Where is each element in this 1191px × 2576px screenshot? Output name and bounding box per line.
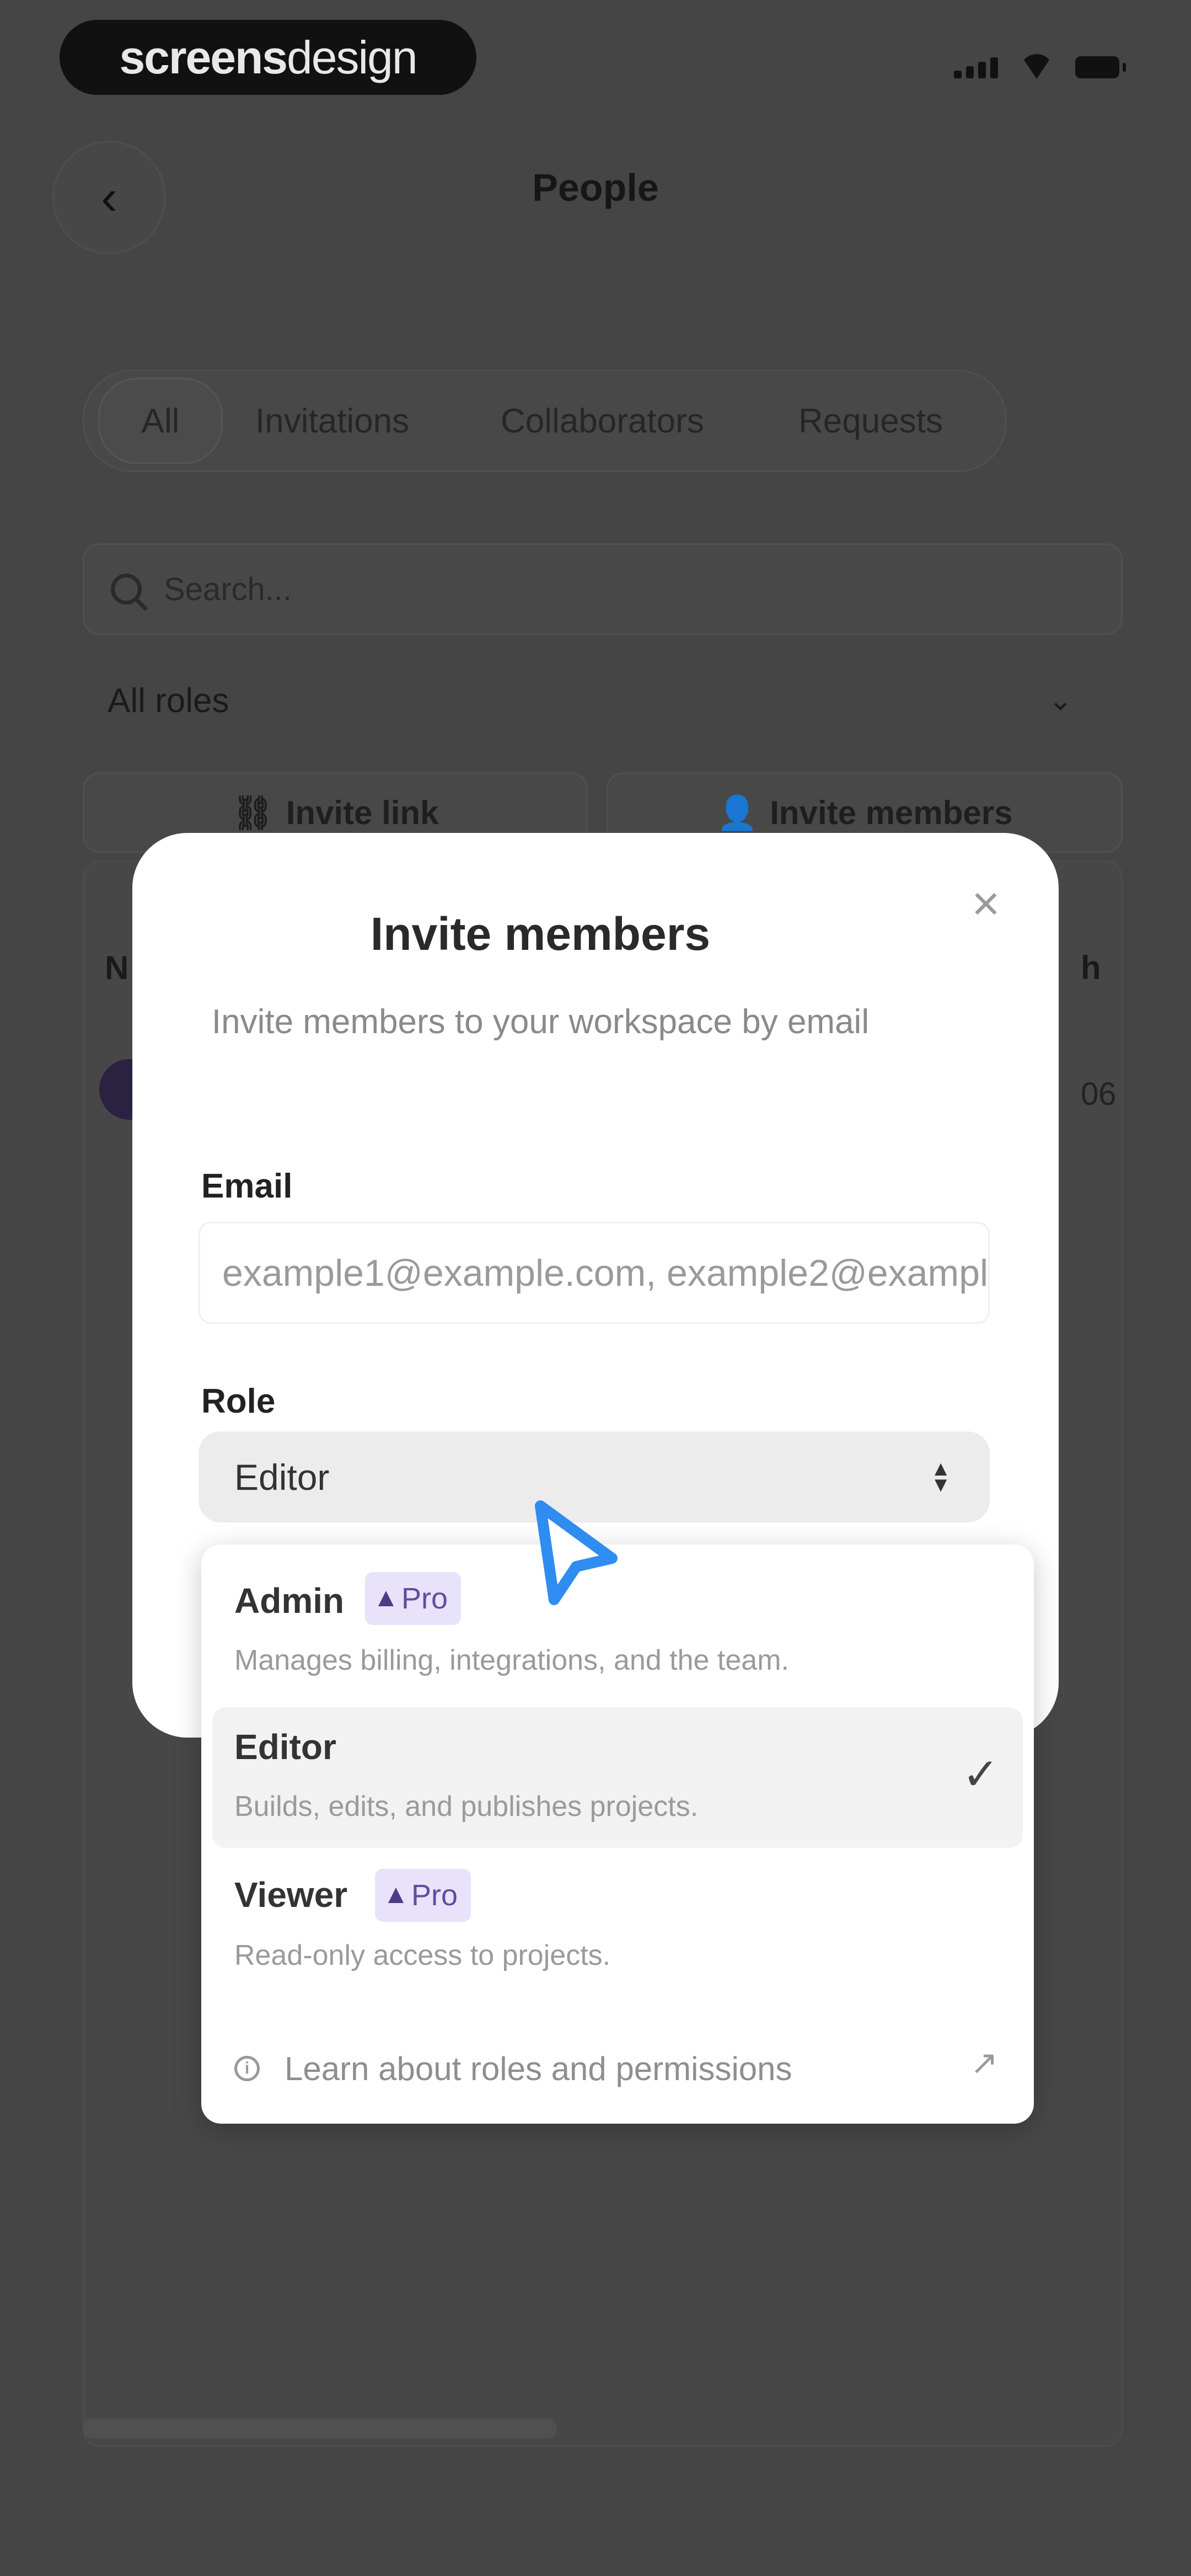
email-field[interactable]: example1@example.com, example2@example.c… bbox=[198, 1222, 990, 1324]
status-bar bbox=[954, 54, 1126, 78]
modal-subtitle: Invite members to your workspace by emai… bbox=[211, 1003, 870, 1041]
pointer-cursor-icon bbox=[535, 1500, 618, 1605]
pro-badge-label: Pro bbox=[401, 1582, 448, 1615]
horizontal-scrollbar[interactable] bbox=[83, 2419, 557, 2439]
invite-members-label: Invite members bbox=[770, 794, 1013, 831]
chevron-down-icon: ⌄ bbox=[1048, 685, 1072, 717]
screensdesign-watermark: screens design bbox=[60, 20, 476, 95]
checkmark-icon: ✓ bbox=[962, 1750, 1000, 1799]
invite-link-label: Invite link bbox=[286, 794, 439, 831]
role-option-title: Viewer bbox=[234, 1875, 348, 1915]
table-header-name: N bbox=[105, 949, 129, 986]
search-input[interactable]: Search... bbox=[83, 543, 1123, 635]
email-label: Email bbox=[201, 1167, 293, 1205]
role-label: Role bbox=[201, 1382, 276, 1420]
pro-icon bbox=[378, 1591, 394, 1606]
role-option-desc: Manages billing, integrations, and the t… bbox=[234, 1644, 789, 1676]
watermark-bold: screens bbox=[119, 31, 288, 83]
table-cell-right: 06 bbox=[1081, 1076, 1117, 1112]
pro-badge: Pro bbox=[365, 1572, 462, 1625]
learn-roles-label: Learn about roles and permissions bbox=[285, 2050, 792, 2087]
updown-chevron-icon: ▲ ▼ bbox=[930, 1457, 951, 1497]
search-placeholder: Search... bbox=[164, 571, 292, 607]
search-icon bbox=[111, 574, 142, 605]
role-option-title: Admin bbox=[234, 1581, 345, 1621]
signal-icon bbox=[954, 57, 998, 78]
info-icon: i bbox=[234, 2056, 260, 2081]
learn-roles-link[interactable]: i Learn about roles and permissions bbox=[234, 2041, 1006, 2096]
battery-icon bbox=[1075, 56, 1126, 78]
watermark-thin: design bbox=[287, 31, 418, 83]
pro-badge: Pro bbox=[375, 1869, 471, 1922]
pro-icon bbox=[388, 1888, 404, 1903]
role-option-title: Editor bbox=[234, 1727, 336, 1767]
pro-badge-label: Pro bbox=[411, 1879, 458, 1912]
roles-filter-value: All roles bbox=[108, 681, 229, 720]
tab-all[interactable]: All bbox=[98, 378, 223, 464]
tab-requests[interactable]: Requests bbox=[798, 371, 943, 471]
roles-filter-select[interactable]: All roles ⌄ bbox=[83, 662, 1097, 739]
role-option-viewer[interactable] bbox=[234, 1864, 1006, 1991]
tab-collaborators[interactable]: Collaborators bbox=[501, 371, 704, 471]
table-header-right: h bbox=[1081, 949, 1101, 986]
link-icon: ⛓ bbox=[232, 794, 274, 831]
role-select-value: Editor bbox=[234, 1456, 330, 1498]
wifi-icon bbox=[1020, 54, 1053, 78]
close-icon[interactable]: × bbox=[959, 876, 1012, 931]
email-placeholder: example1@example.com, example2@example.c… bbox=[222, 1252, 989, 1294]
modal-title: Invite members bbox=[370, 908, 711, 960]
external-link-icon: ↗ bbox=[970, 2044, 999, 2081]
tab-invitations[interactable]: Invitations bbox=[255, 371, 409, 471]
role-option-desc: Builds, edits, and publishes projects. bbox=[234, 1791, 699, 1823]
user-icon: 👤 bbox=[716, 794, 758, 831]
role-option-desc: Read-only access to projects. bbox=[234, 1939, 611, 1971]
segmented-tabs: All Invitations Collaborators Requests bbox=[83, 370, 1007, 472]
page-title: People bbox=[532, 166, 659, 209]
